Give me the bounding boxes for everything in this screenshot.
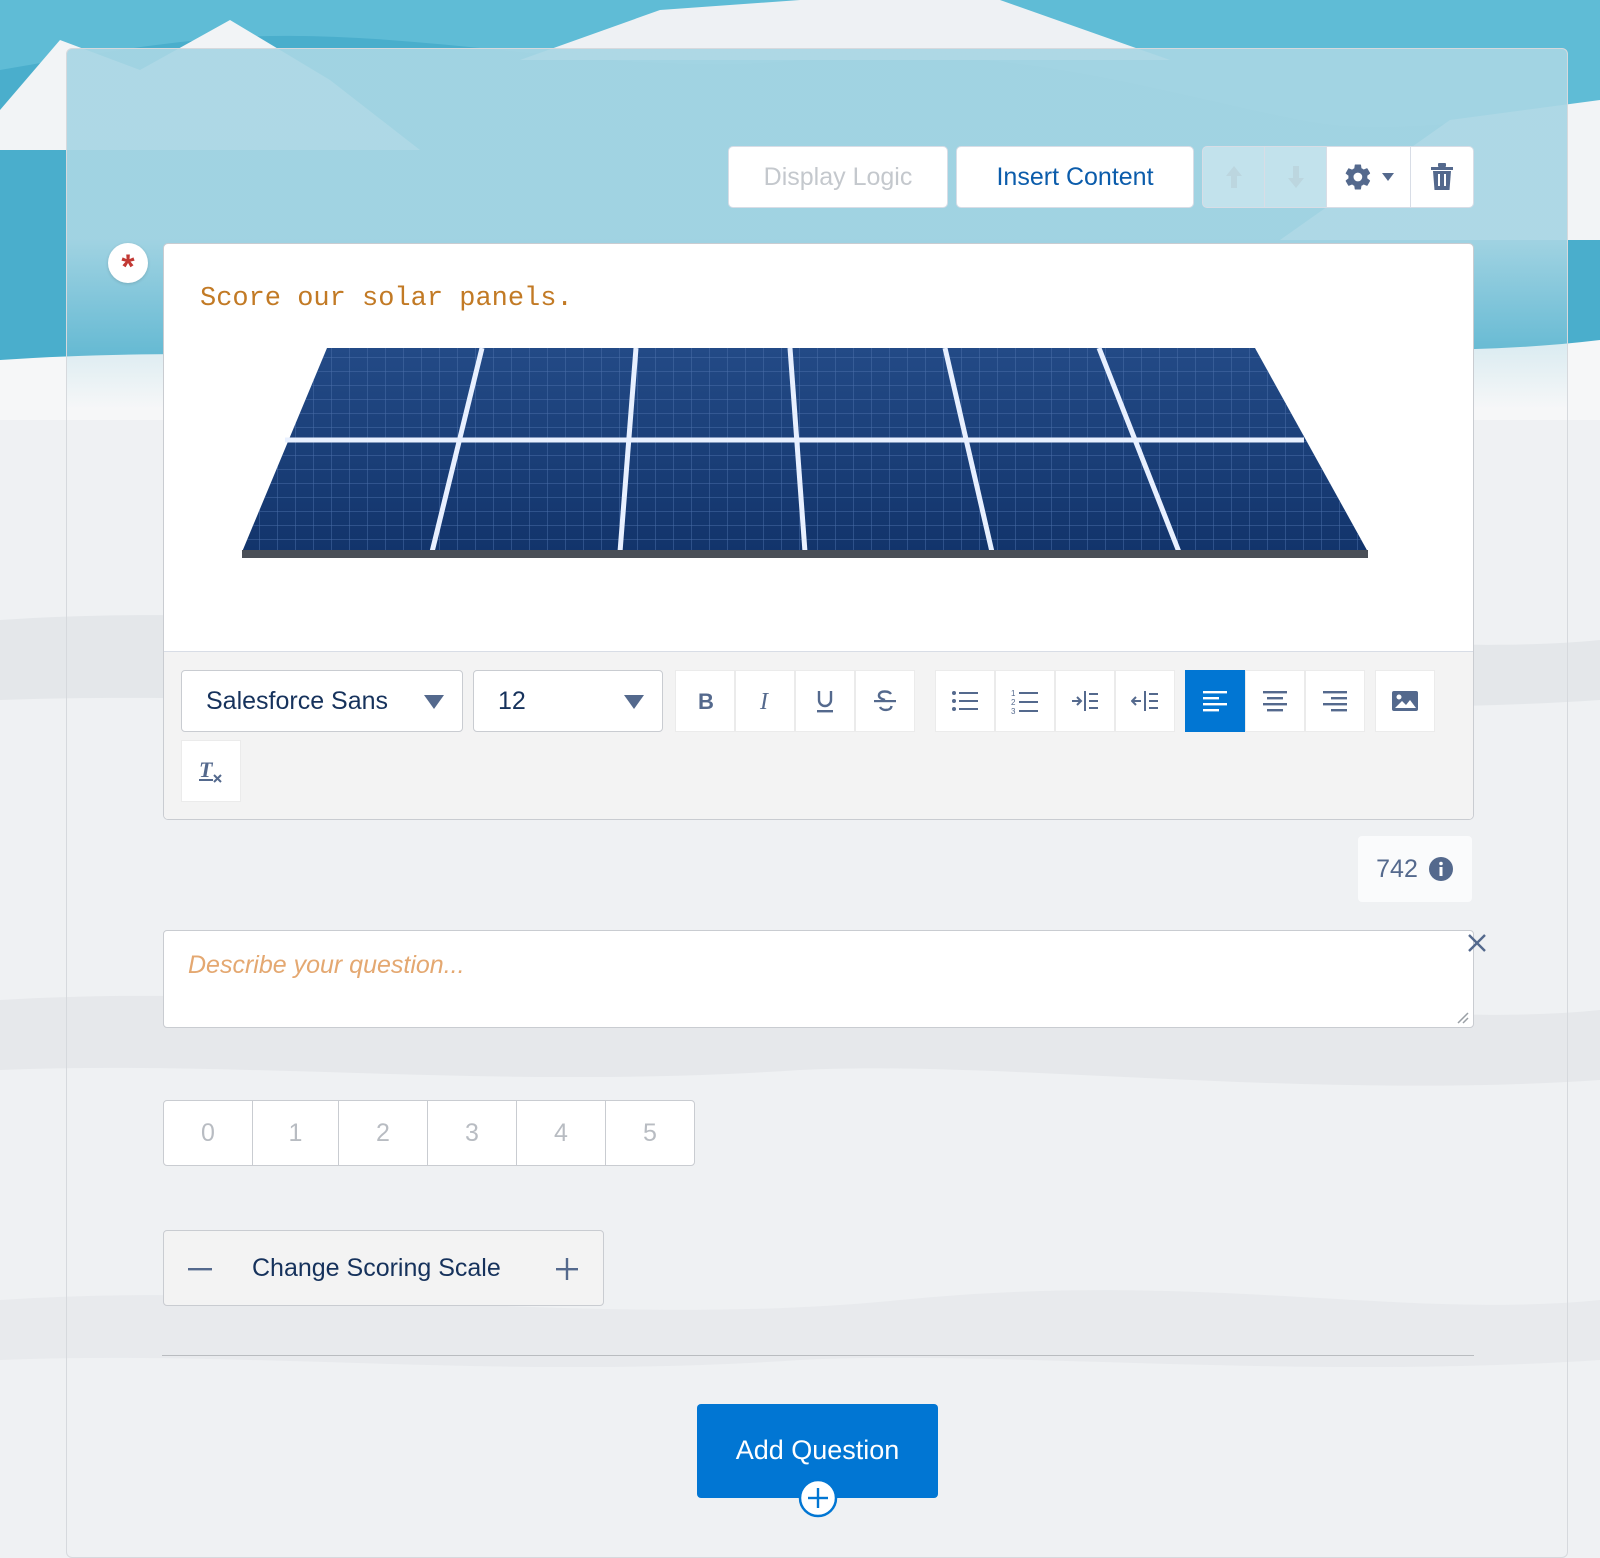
caret-down-icon [1381, 173, 1394, 181]
font-family-value: Salesforce Sans [206, 687, 389, 715]
gear-icon [1345, 164, 1370, 190]
decrease-scale-button[interactable] [180, 1249, 220, 1289]
svg-text:I: I [759, 689, 769, 713]
formatting-toolbar: Salesforce Sans 12 B I 123 T [164, 651, 1473, 819]
underline-icon [817, 691, 833, 713]
strikethrough-button[interactable] [855, 670, 915, 732]
outdent-icon [1131, 691, 1158, 711]
character-count: 742 [1376, 854, 1418, 883]
info-icon[interactable] [1428, 856, 1454, 882]
plus-icon [556, 1258, 578, 1280]
caret-down-icon [624, 695, 644, 709]
italic-button[interactable]: I [735, 670, 795, 732]
arrow-up-icon [1225, 166, 1242, 188]
bulleted-list-button[interactable] [935, 670, 995, 732]
underline-button[interactable] [795, 670, 855, 732]
bulleted-list-icon [952, 691, 978, 711]
move-up-button[interactable] [1203, 147, 1265, 207]
scale-option-4[interactable]: 4 [517, 1101, 606, 1165]
minus-icon [188, 1268, 212, 1271]
question-editor[interactable]: Score our solar panels. Salesforce Sans … [163, 243, 1474, 820]
insert-content-button[interactable]: Insert Content [956, 146, 1194, 208]
add-circle-icon[interactable] [798, 1478, 838, 1518]
display-logic-button[interactable]: Display Logic [728, 146, 948, 208]
strikethrough-icon [874, 690, 896, 712]
scale-option-0[interactable]: 0 [164, 1101, 253, 1165]
scoring-scale: 0 1 2 3 4 5 [163, 1100, 695, 1166]
image-icon [1392, 691, 1418, 711]
font-family-select[interactable]: Salesforce Sans [181, 670, 463, 732]
question-description-input[interactable] [163, 930, 1474, 1028]
font-size-select[interactable]: 12 [473, 670, 663, 732]
arrow-down-icon [1287, 166, 1304, 188]
bold-icon: B [698, 689, 714, 713]
indent-button[interactable] [1055, 670, 1115, 732]
close-icon[interactable] [1466, 932, 1488, 954]
resize-handle-icon[interactable] [1455, 1010, 1469, 1024]
trash-icon [1431, 163, 1453, 190]
align-left-icon [1203, 691, 1227, 712]
svg-text:1: 1 [1011, 689, 1016, 698]
clear-formatting-icon: T [199, 757, 222, 783]
scale-option-3[interactable]: 3 [428, 1101, 517, 1165]
scale-option-1[interactable]: 1 [253, 1101, 339, 1165]
question-text[interactable]: Score our solar panels. [200, 284, 573, 314]
svg-text:B: B [698, 689, 714, 713]
delete-question-button[interactable] [1411, 147, 1473, 207]
align-center-icon [1263, 691, 1287, 712]
svg-text:3: 3 [1011, 707, 1016, 714]
font-size-value: 12 [498, 687, 526, 715]
italic-icon: I [759, 689, 769, 713]
change-scoring-scale-control: Change Scoring Scale [163, 1230, 604, 1306]
scale-option-2[interactable]: 2 [339, 1101, 428, 1165]
align-right-icon [1323, 691, 1347, 712]
indent-icon [1072, 691, 1098, 711]
align-left-button[interactable] [1185, 670, 1245, 732]
caret-down-icon [424, 695, 444, 709]
character-counter: 742 [1358, 836, 1472, 902]
svg-text:T: T [199, 757, 214, 782]
align-right-button[interactable] [1305, 670, 1365, 732]
question-actions-group [1202, 146, 1474, 208]
align-center-button[interactable] [1245, 670, 1305, 732]
numbered-list-button[interactable]: 123 [995, 670, 1055, 732]
clear-formatting-button[interactable]: T [181, 740, 241, 802]
move-down-button[interactable] [1265, 147, 1327, 207]
change-scoring-scale-label: Change Scoring Scale [252, 1254, 501, 1282]
svg-text:2: 2 [1011, 698, 1016, 707]
outdent-button[interactable] [1115, 670, 1175, 732]
increase-scale-button[interactable] [547, 1249, 587, 1289]
settings-menu-button[interactable] [1327, 147, 1411, 207]
required-marker: * [108, 243, 148, 286]
section-divider [162, 1355, 1474, 1356]
solar-panel-image [242, 347, 1368, 558]
bold-button[interactable]: B [675, 670, 735, 732]
numbered-list-icon: 123 [1011, 689, 1038, 714]
scale-option-5[interactable]: 5 [606, 1101, 694, 1165]
insert-image-button[interactable] [1375, 670, 1435, 732]
